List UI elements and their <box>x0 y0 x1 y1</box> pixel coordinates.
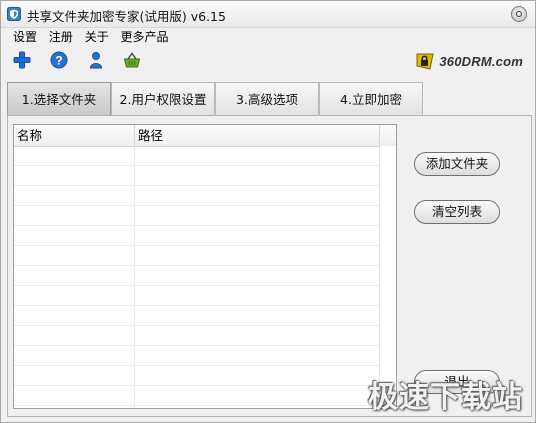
tab-select-folder[interactable]: 1.选择文件夹 <box>7 82 111 115</box>
column-divider <box>134 146 135 408</box>
column-header-name[interactable]: 名称 <box>14 125 135 146</box>
table-row[interactable] <box>14 146 396 166</box>
add-folder-button[interactable]: 添加文件夹 <box>414 152 500 176</box>
menu-register[interactable]: 注册 <box>45 27 77 47</box>
menu-bar: 设置 注册 关于 更多产品 <box>9 27 173 47</box>
table-row[interactable] <box>14 226 396 246</box>
table-row[interactable] <box>14 246 396 266</box>
add-button[interactable] <box>11 49 33 71</box>
table-row[interactable] <box>14 166 396 186</box>
lock-icon <box>416 53 434 70</box>
table-row[interactable] <box>14 346 396 366</box>
tab-user-permissions[interactable]: 2.用户权限设置 <box>111 82 215 115</box>
column-header-path[interactable]: 路径 <box>135 125 380 146</box>
buy-button[interactable] <box>121 49 143 71</box>
window-title: 共享文件夹加密专家(试用版) v6.15 <box>27 9 226 24</box>
tab-advanced-options[interactable]: 3.高级选项 <box>215 82 319 115</box>
table-row[interactable] <box>14 186 396 206</box>
table-row[interactable] <box>14 286 396 306</box>
help-button[interactable]: ? <box>48 49 70 71</box>
svg-text:?: ? <box>55 53 62 67</box>
toolbar: ? <box>11 49 154 75</box>
table-row[interactable] <box>14 386 396 406</box>
menu-about[interactable]: 关于 <box>81 27 113 47</box>
plus-icon <box>13 51 31 69</box>
tab-encrypt-now[interactable]: 4.立即加密 <box>319 82 423 115</box>
table-row[interactable] <box>14 306 396 326</box>
brand-text: 360DRM.com <box>439 53 523 69</box>
menu-more-products[interactable]: 更多产品 <box>117 27 173 47</box>
user-icon <box>89 52 102 69</box>
title-bar[interactable]: 共享文件夹加密专家(试用版) v6.15 <box>1 1 535 28</box>
table-row[interactable] <box>14 366 396 386</box>
main-window: 共享文件夹加密专家(试用版) v6.15 设置 注册 关于 更多产品 ? 360… <box>0 0 536 423</box>
menu-settings[interactable]: 设置 <box>9 27 41 47</box>
watermark: 极速下载站 <box>368 380 523 415</box>
table-row[interactable] <box>14 206 396 226</box>
shield-icon <box>7 7 21 21</box>
basket-icon <box>124 52 141 68</box>
list-scroll-area <box>379 146 396 408</box>
brand-logo: 360DRM.com <box>415 51 523 71</box>
clear-list-button[interactable]: 清空列表 <box>414 200 500 224</box>
folder-list[interactable]: 名称 路径 <box>13 124 397 409</box>
help-icon: ? <box>50 51 68 69</box>
table-row[interactable] <box>14 326 396 346</box>
table-row[interactable] <box>14 266 396 286</box>
user-button[interactable] <box>85 49 107 71</box>
list-header: 名称 路径 <box>14 125 396 147</box>
close-button[interactable] <box>511 6 527 22</box>
